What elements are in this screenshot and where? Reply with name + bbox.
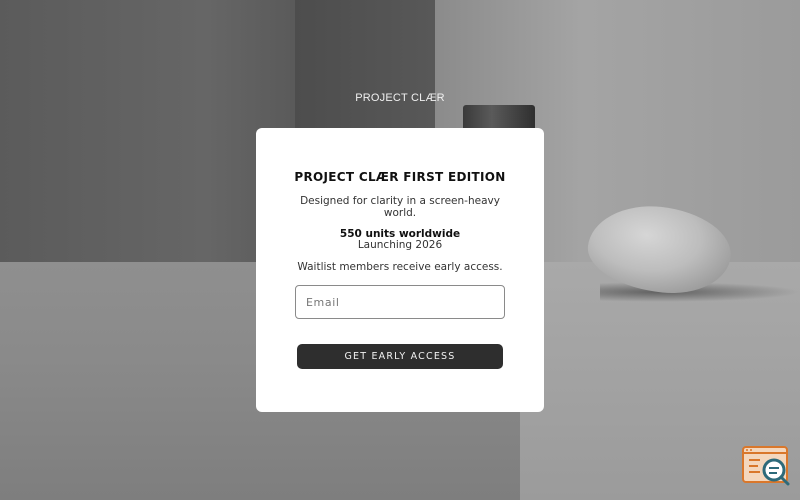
brand-logo[interactable]: PROJECT CLÆR — [0, 92, 800, 104]
get-early-access-button[interactable]: GET EARLY ACCESS — [297, 344, 503, 369]
waitlist-modal: PROJECT CLÆR FIRST EDITION Designed for … — [256, 128, 544, 412]
modal-tagline: Designed for clarity in a screen-heavy w… — [300, 195, 500, 219]
waitlist-note: Waitlist members receive early access. — [297, 261, 503, 273]
search-document-icon[interactable] — [742, 446, 790, 486]
launch-text: Launching 2026 — [357, 239, 443, 251]
modal-title: PROJECT CLÆR FIRST EDITION — [294, 170, 506, 184]
email-input[interactable] — [295, 285, 505, 319]
page: PROJECT CLÆR PROJECT CLÆR FIRST EDITION … — [0, 0, 800, 500]
background-wall-left — [0, 0, 295, 262]
